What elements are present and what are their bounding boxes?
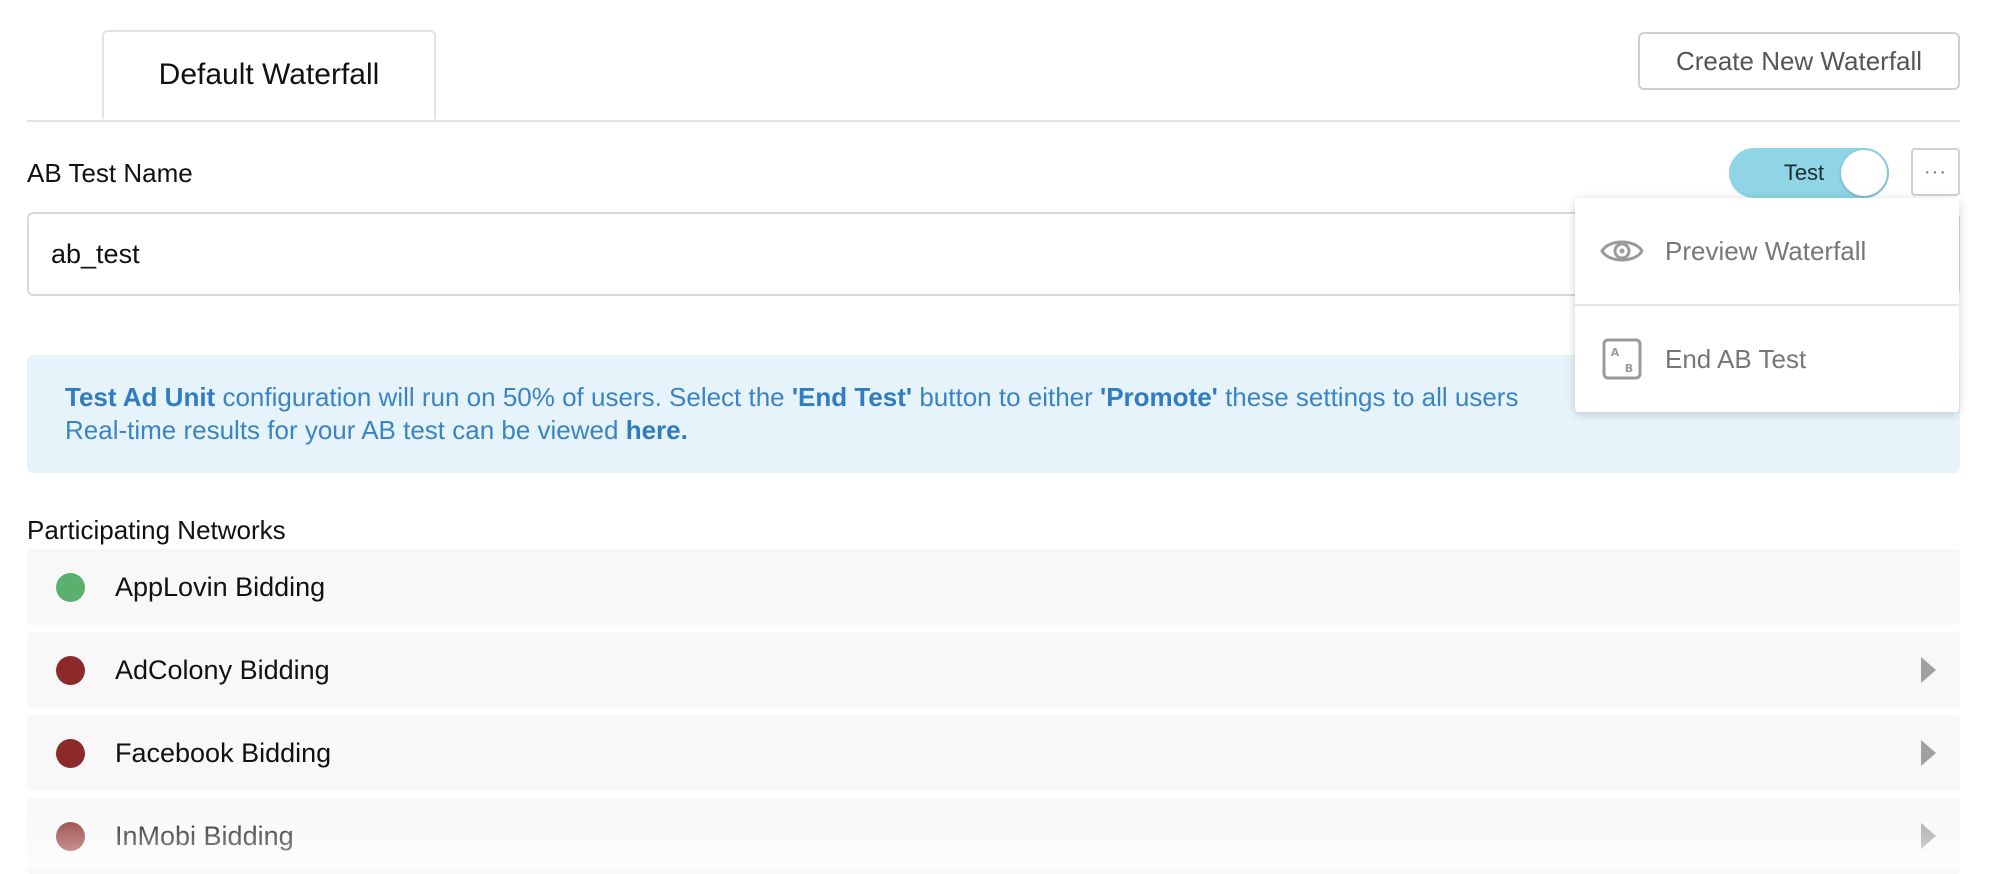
ellipsis-icon: ··· (1924, 160, 1947, 183)
info-text: Real-time results for your AB test can b… (65, 415, 626, 445)
ab-test-name-label: AB Test Name (27, 158, 193, 188)
svg-text:A: A (1611, 346, 1620, 359)
test-toggle[interactable]: Test (1729, 148, 1889, 198)
network-row-facebook[interactable]: Facebook Bidding (27, 715, 1960, 791)
status-dot-icon (56, 656, 85, 685)
network-name: AdColony Bidding (115, 655, 330, 685)
eye-icon (1600, 240, 1644, 262)
info-line-2: Real-time results for your AB test can b… (65, 414, 1922, 447)
network-row-inmobi[interactable]: InMobi Bidding (27, 798, 1960, 874)
results-link[interactable]: here. (626, 415, 688, 445)
info-text: button to either (912, 382, 1101, 412)
participating-networks-label: Participating Networks (27, 515, 286, 545)
more-options-button[interactable]: ··· (1911, 148, 1960, 196)
network-name: InMobi Bidding (115, 821, 294, 851)
waterfall-editor: Default Waterfall Create New Waterfall A… (27, 0, 1960, 874)
more-options-menu: Preview Waterfall A B End AB Test (1575, 198, 1959, 412)
info-text: these settings to all users (1217, 382, 1519, 412)
toggle-label: Test (1783, 160, 1825, 185)
status-dot-icon (56, 573, 85, 602)
ab-test-icon: A B (1602, 338, 1642, 380)
toggle-knob (1841, 150, 1887, 196)
menu-item-label: Preview Waterfall (1665, 236, 1867, 266)
chevron-right-icon[interactable] (1921, 823, 1936, 849)
network-row-applovin[interactable]: AppLovin Bidding (27, 549, 1960, 625)
svg-text:B: B (1625, 362, 1633, 375)
test-ad-unit-text: Test Ad Unit (65, 382, 216, 412)
network-row-adcolony[interactable]: AdColony Bidding (27, 632, 1960, 708)
status-dot-icon (56, 739, 85, 768)
chevron-right-icon[interactable] (1921, 657, 1936, 683)
end-test-text: 'End Test' (791, 382, 913, 412)
create-new-waterfall-button[interactable]: Create New Waterfall (1638, 32, 1960, 90)
info-text: configuration will run on 50% of users. … (215, 382, 792, 412)
menu-item-label: End AB Test (1665, 344, 1807, 374)
chevron-right-icon[interactable] (1921, 740, 1936, 766)
promote-text: 'Promote' (1100, 382, 1218, 412)
tab-default-waterfall[interactable]: Default Waterfall (102, 30, 436, 120)
status-dot-icon (56, 822, 85, 851)
network-name: AppLovin Bidding (115, 572, 326, 602)
menu-item-preview-waterfall[interactable]: Preview Waterfall (1575, 198, 1959, 304)
menu-item-end-ab-test[interactable]: A B End AB Test (1575, 304, 1959, 412)
network-name: Facebook Bidding (115, 738, 332, 768)
